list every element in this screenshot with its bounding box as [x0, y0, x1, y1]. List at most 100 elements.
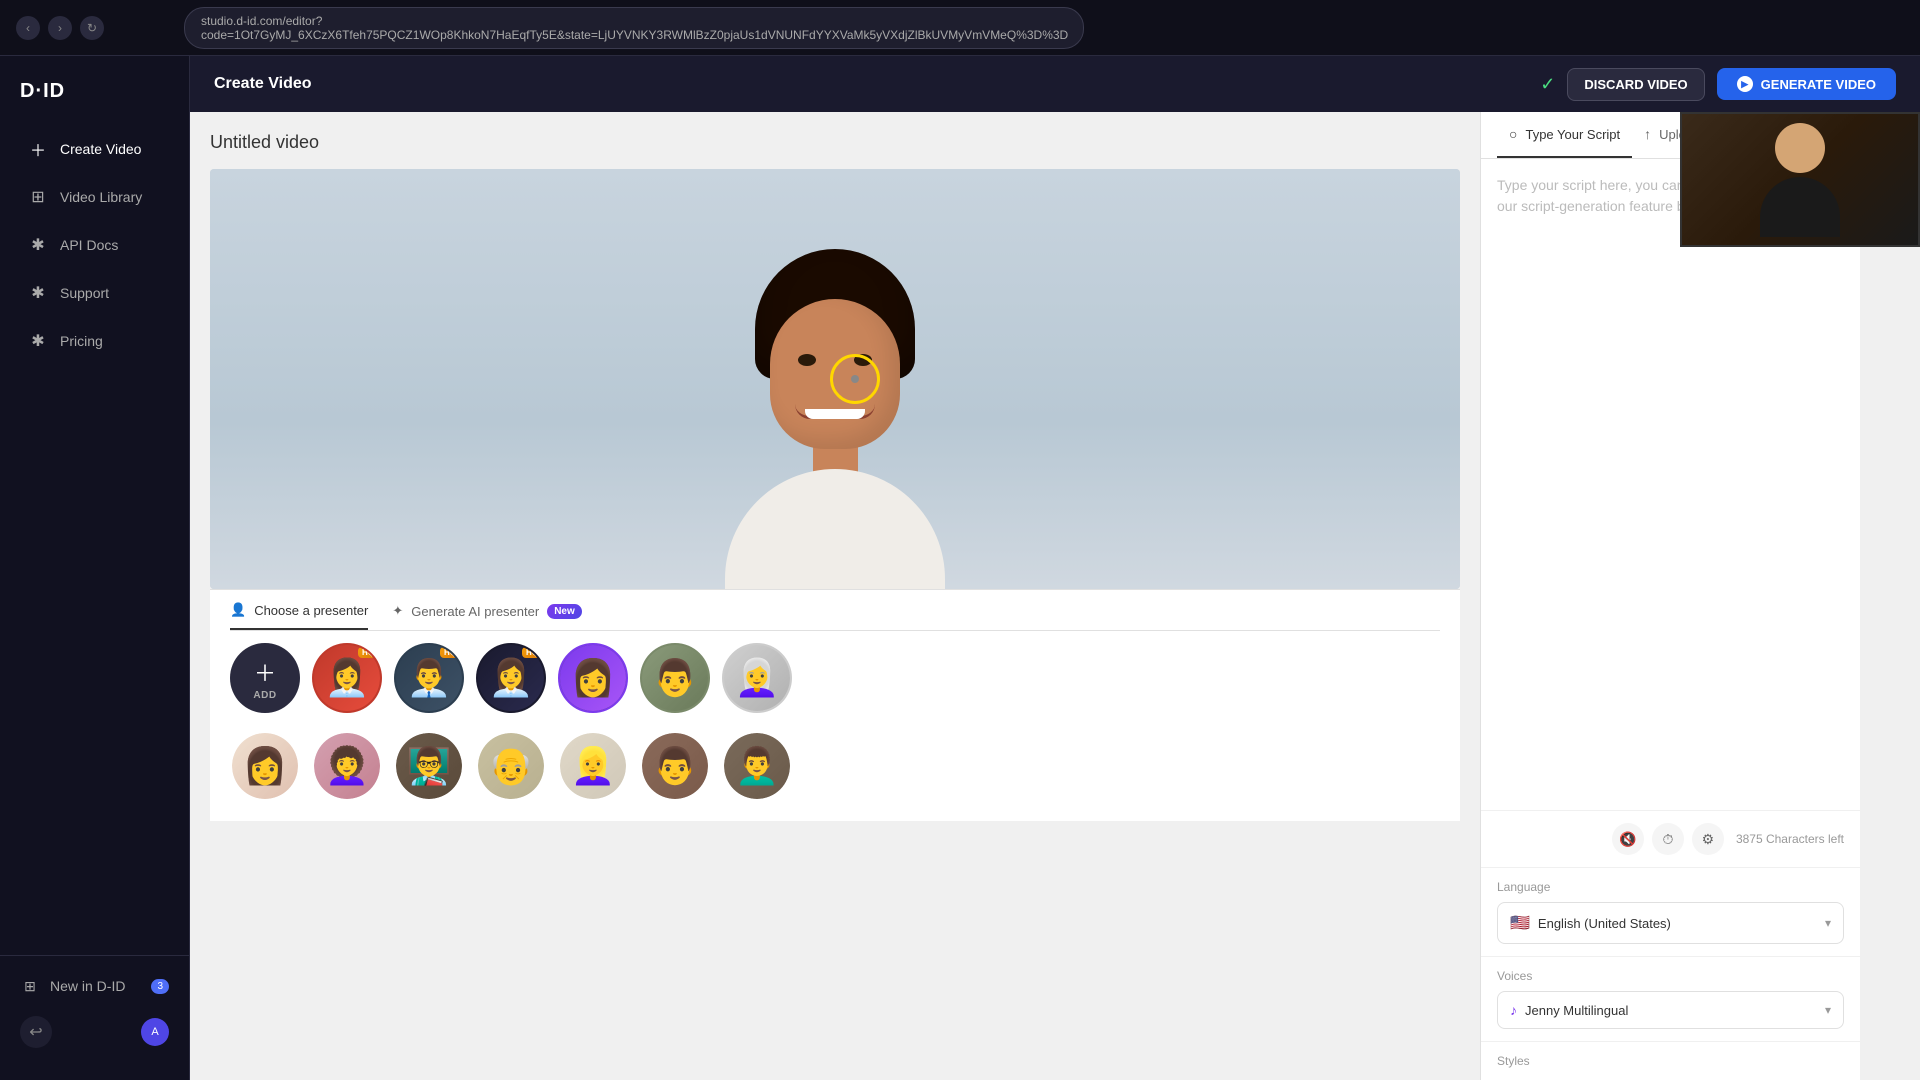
- avatar-item-6[interactable]: 👩‍🦳: [722, 643, 792, 713]
- voices-chevron: ▾: [1825, 1003, 1831, 1017]
- sidebar-item-label: Pricing: [60, 333, 103, 349]
- hq-badge-1: HQ: [358, 647, 378, 658]
- avatar-item-5[interactable]: 👨: [640, 643, 710, 713]
- volume-button[interactable]: 🔇: [1612, 823, 1644, 855]
- new-badge-count: 3: [151, 979, 169, 994]
- p-eye-left: [798, 354, 816, 366]
- sidebar-item-video-library[interactable]: ⊞ Video Library: [8, 175, 181, 219]
- avatar-item-4[interactable]: 👩: [558, 643, 628, 713]
- sidebar-item-support[interactable]: ✱ Support: [8, 271, 181, 315]
- sidebar: D·ID ＋ Create Video ⊞ Video Library ✱ AP…: [0, 56, 190, 1080]
- video-title: Untitled video: [210, 132, 1460, 153]
- avatar-item-10[interactable]: 👴: [476, 731, 546, 801]
- generate-play-icon: ▶: [1737, 76, 1753, 92]
- voices-value: Jenny Multilingual: [1525, 1003, 1817, 1018]
- redo-button[interactable]: ↩: [20, 1016, 52, 1048]
- tab-choose-presenter[interactable]: 👤 Choose a presenter: [230, 602, 368, 630]
- tab-type-script[interactable]: ○ Type Your Script: [1497, 112, 1632, 158]
- sidebar-item-label: Create Video: [60, 141, 141, 157]
- logo: D·ID: [0, 72, 189, 127]
- hq-badge-3: HQ: [522, 647, 542, 658]
- avatar-item-7[interactable]: 👩: [230, 731, 300, 801]
- sidebar-item-label: Support: [60, 285, 109, 301]
- user-avatar[interactable]: A: [141, 1018, 169, 1046]
- app-header: Create Video ✓ DISCARD VIDEO ▶ GENERATE …: [190, 56, 1920, 112]
- avatar-grid-row1: ＋ ADD 👩‍💼 HQ 👨‍💼 HQ: [230, 643, 1440, 721]
- sidebar-nav: ＋ Create Video ⊞ Video Library ✱ API Doc…: [0, 127, 189, 955]
- reload-btn[interactable]: ↻: [80, 16, 104, 40]
- language-flag: 🇺🇸: [1510, 913, 1530, 933]
- video-main: Untitled video: [190, 112, 1480, 1080]
- language-section: Language 🇺🇸 English (United States) ▾: [1481, 867, 1860, 956]
- generate-ai-label: Generate AI presenter: [411, 604, 539, 619]
- settings-button[interactable]: ⚙: [1692, 823, 1724, 855]
- content-area: Create Video ✓ DISCARD VIDEO ▶ GENERATE …: [190, 56, 1920, 1080]
- sidebar-item-create-video[interactable]: ＋ Create Video: [8, 127, 181, 171]
- page-title: Create Video: [214, 75, 312, 93]
- avatar-item-1[interactable]: 👩‍💼 HQ: [312, 643, 382, 713]
- script-area[interactable]: Type your script here, you can start fro…: [1481, 159, 1860, 810]
- api-docs-icon: ✱: [28, 235, 48, 255]
- sidebar-item-api-docs[interactable]: ✱ API Docs: [8, 223, 181, 267]
- camera-inner: [1682, 114, 1918, 245]
- sidebar-bottom: ⊞ New in D-ID 3 ↩ A: [0, 955, 189, 1064]
- voice-icon: ♪: [1510, 1002, 1517, 1018]
- camera-person-body: [1760, 177, 1840, 237]
- script-footer: 🔇 ⏱ ⚙ 3875 Characters left: [1481, 810, 1860, 867]
- voices-section: Voices ♪ Jenny Multilingual ▾: [1481, 956, 1860, 1041]
- choose-presenter-label: Choose a presenter: [254, 603, 368, 618]
- avatar-item-2[interactable]: 👨‍💼 HQ: [394, 643, 464, 713]
- cursor-dot: [851, 375, 859, 383]
- back-btn[interactable]: ‹: [16, 16, 40, 40]
- language-chevron: ▾: [1825, 916, 1831, 930]
- tab-generate-ai-presenter[interactable]: ✦ Generate AI presenter New: [392, 602, 581, 630]
- presenter-strip: 👤 Choose a presenter ✦ Generate AI prese…: [210, 589, 1460, 821]
- avatar-item-8[interactable]: 👩‍🦱: [312, 731, 382, 801]
- browser-topbar: ‹ › ↻ studio.d-id.com/editor?code=1Ot7Gy…: [0, 0, 1920, 56]
- avatar-grid-row2: 👩 👩‍🦱 👨‍🏫 👴: [230, 731, 1440, 809]
- voices-label: Voices: [1497, 969, 1844, 983]
- forward-btn[interactable]: ›: [48, 16, 72, 40]
- create-video-icon: ＋: [28, 139, 48, 159]
- support-icon: ✱: [28, 283, 48, 303]
- audio-controls: 🔇 ⏱ ⚙: [1612, 823, 1724, 855]
- presenter-display: [210, 169, 1460, 589]
- type-script-icon: ○: [1509, 126, 1517, 142]
- sidebar-item-label: API Docs: [60, 237, 118, 253]
- styles-label: Styles: [1497, 1054, 1844, 1068]
- avatar-item-12[interactable]: 👨: [640, 731, 710, 801]
- header-actions: ✓ DISCARD VIDEO ▶ GENERATE VIDEO: [1540, 68, 1896, 101]
- address-bar[interactable]: studio.d-id.com/editor?code=1Ot7GyMJ_6XC…: [184, 7, 1084, 49]
- avatar-item-13[interactable]: 👨‍🦱: [722, 731, 792, 801]
- saved-icon: ✓: [1540, 74, 1555, 95]
- language-value: English (United States): [1538, 916, 1817, 931]
- avatar-item-3[interactable]: 👩‍💼 HQ: [476, 643, 546, 713]
- camera-person-head: [1775, 123, 1825, 173]
- new-in-did-label: New in D-ID: [50, 978, 125, 994]
- right-panel: ○ Type Your Script ↑ Upload Voice Audio …: [1480, 112, 1860, 1080]
- avatar-item-9[interactable]: 👨‍🏫: [394, 731, 464, 801]
- styles-section: Styles: [1481, 1041, 1860, 1080]
- camera-preview: [1680, 112, 1920, 247]
- new-in-did-item[interactable]: ⊞ New in D-ID 3: [0, 964, 189, 1008]
- browser-controls: ‹ › ↻: [16, 16, 104, 40]
- generate-ai-icon: ✦: [392, 603, 403, 619]
- new-ai-badge: New: [547, 604, 582, 619]
- sidebar-item-pricing[interactable]: ✱ Pricing: [8, 319, 181, 363]
- avatar-item-11[interactable]: 👱‍♀️: [558, 731, 628, 801]
- choose-presenter-icon: 👤: [230, 602, 246, 618]
- generate-video-button[interactable]: ▶ GENERATE VIDEO: [1717, 68, 1896, 100]
- discard-video-button[interactable]: DISCARD VIDEO: [1567, 68, 1704, 101]
- timer-button[interactable]: ⏱: [1652, 823, 1684, 855]
- presenter-tabs: 👤 Choose a presenter ✦ Generate AI prese…: [230, 602, 1440, 631]
- new-icon: ⊞: [20, 976, 40, 996]
- language-selector[interactable]: 🇺🇸 English (United States) ▾: [1497, 902, 1844, 944]
- type-script-label: Type Your Script: [1525, 127, 1620, 142]
- voices-selector[interactable]: ♪ Jenny Multilingual ▾: [1497, 991, 1844, 1029]
- add-avatar-button[interactable]: ＋ ADD: [230, 643, 300, 713]
- sidebar-item-label: Video Library: [60, 189, 142, 205]
- pricing-icon: ✱: [28, 331, 48, 351]
- video-frame[interactable]: [210, 169, 1460, 589]
- workspace: Untitled video: [190, 112, 1920, 1080]
- upload-voice-icon: ↑: [1644, 126, 1651, 142]
